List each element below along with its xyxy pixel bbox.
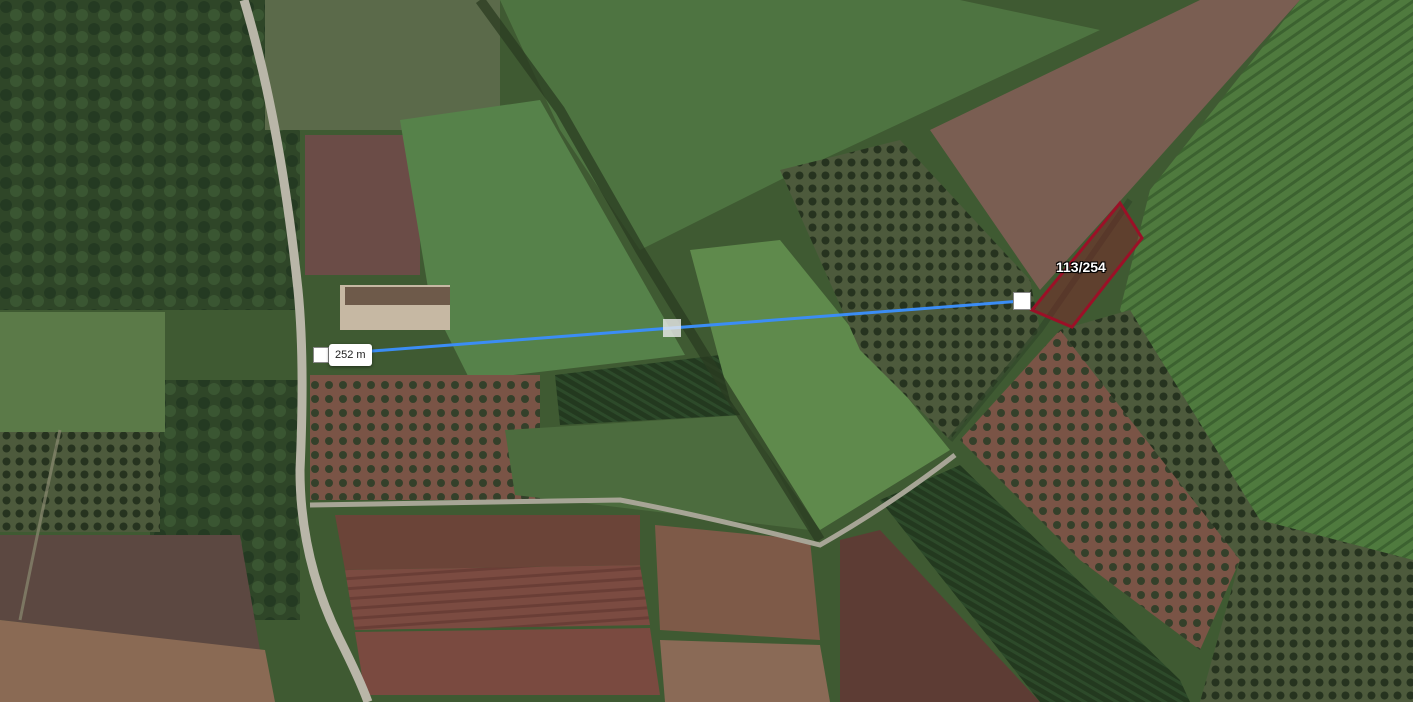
parcel-label: 113/254 — [1056, 259, 1106, 275]
orchard-center — [310, 375, 540, 500]
field-purple — [305, 135, 420, 275]
satellite-map[interactable] — [0, 0, 1413, 702]
distance-label: 252 m — [329, 344, 372, 366]
field-bottom-1 — [335, 515, 640, 570]
field-left-green — [0, 312, 165, 432]
measure-end-handle[interactable] — [1013, 292, 1031, 310]
field-bottom-5 — [660, 640, 830, 702]
field-left-orchard — [0, 432, 160, 532]
building-roof-dark — [345, 287, 450, 305]
field-bottom-4 — [655, 525, 820, 640]
measure-start-handle[interactable] — [313, 347, 329, 363]
field-top-strip — [265, 0, 500, 130]
field-bottom-3 — [355, 628, 660, 695]
measure-midpoint-handle[interactable] — [663, 319, 681, 337]
field-bottom-2 — [345, 565, 650, 630]
